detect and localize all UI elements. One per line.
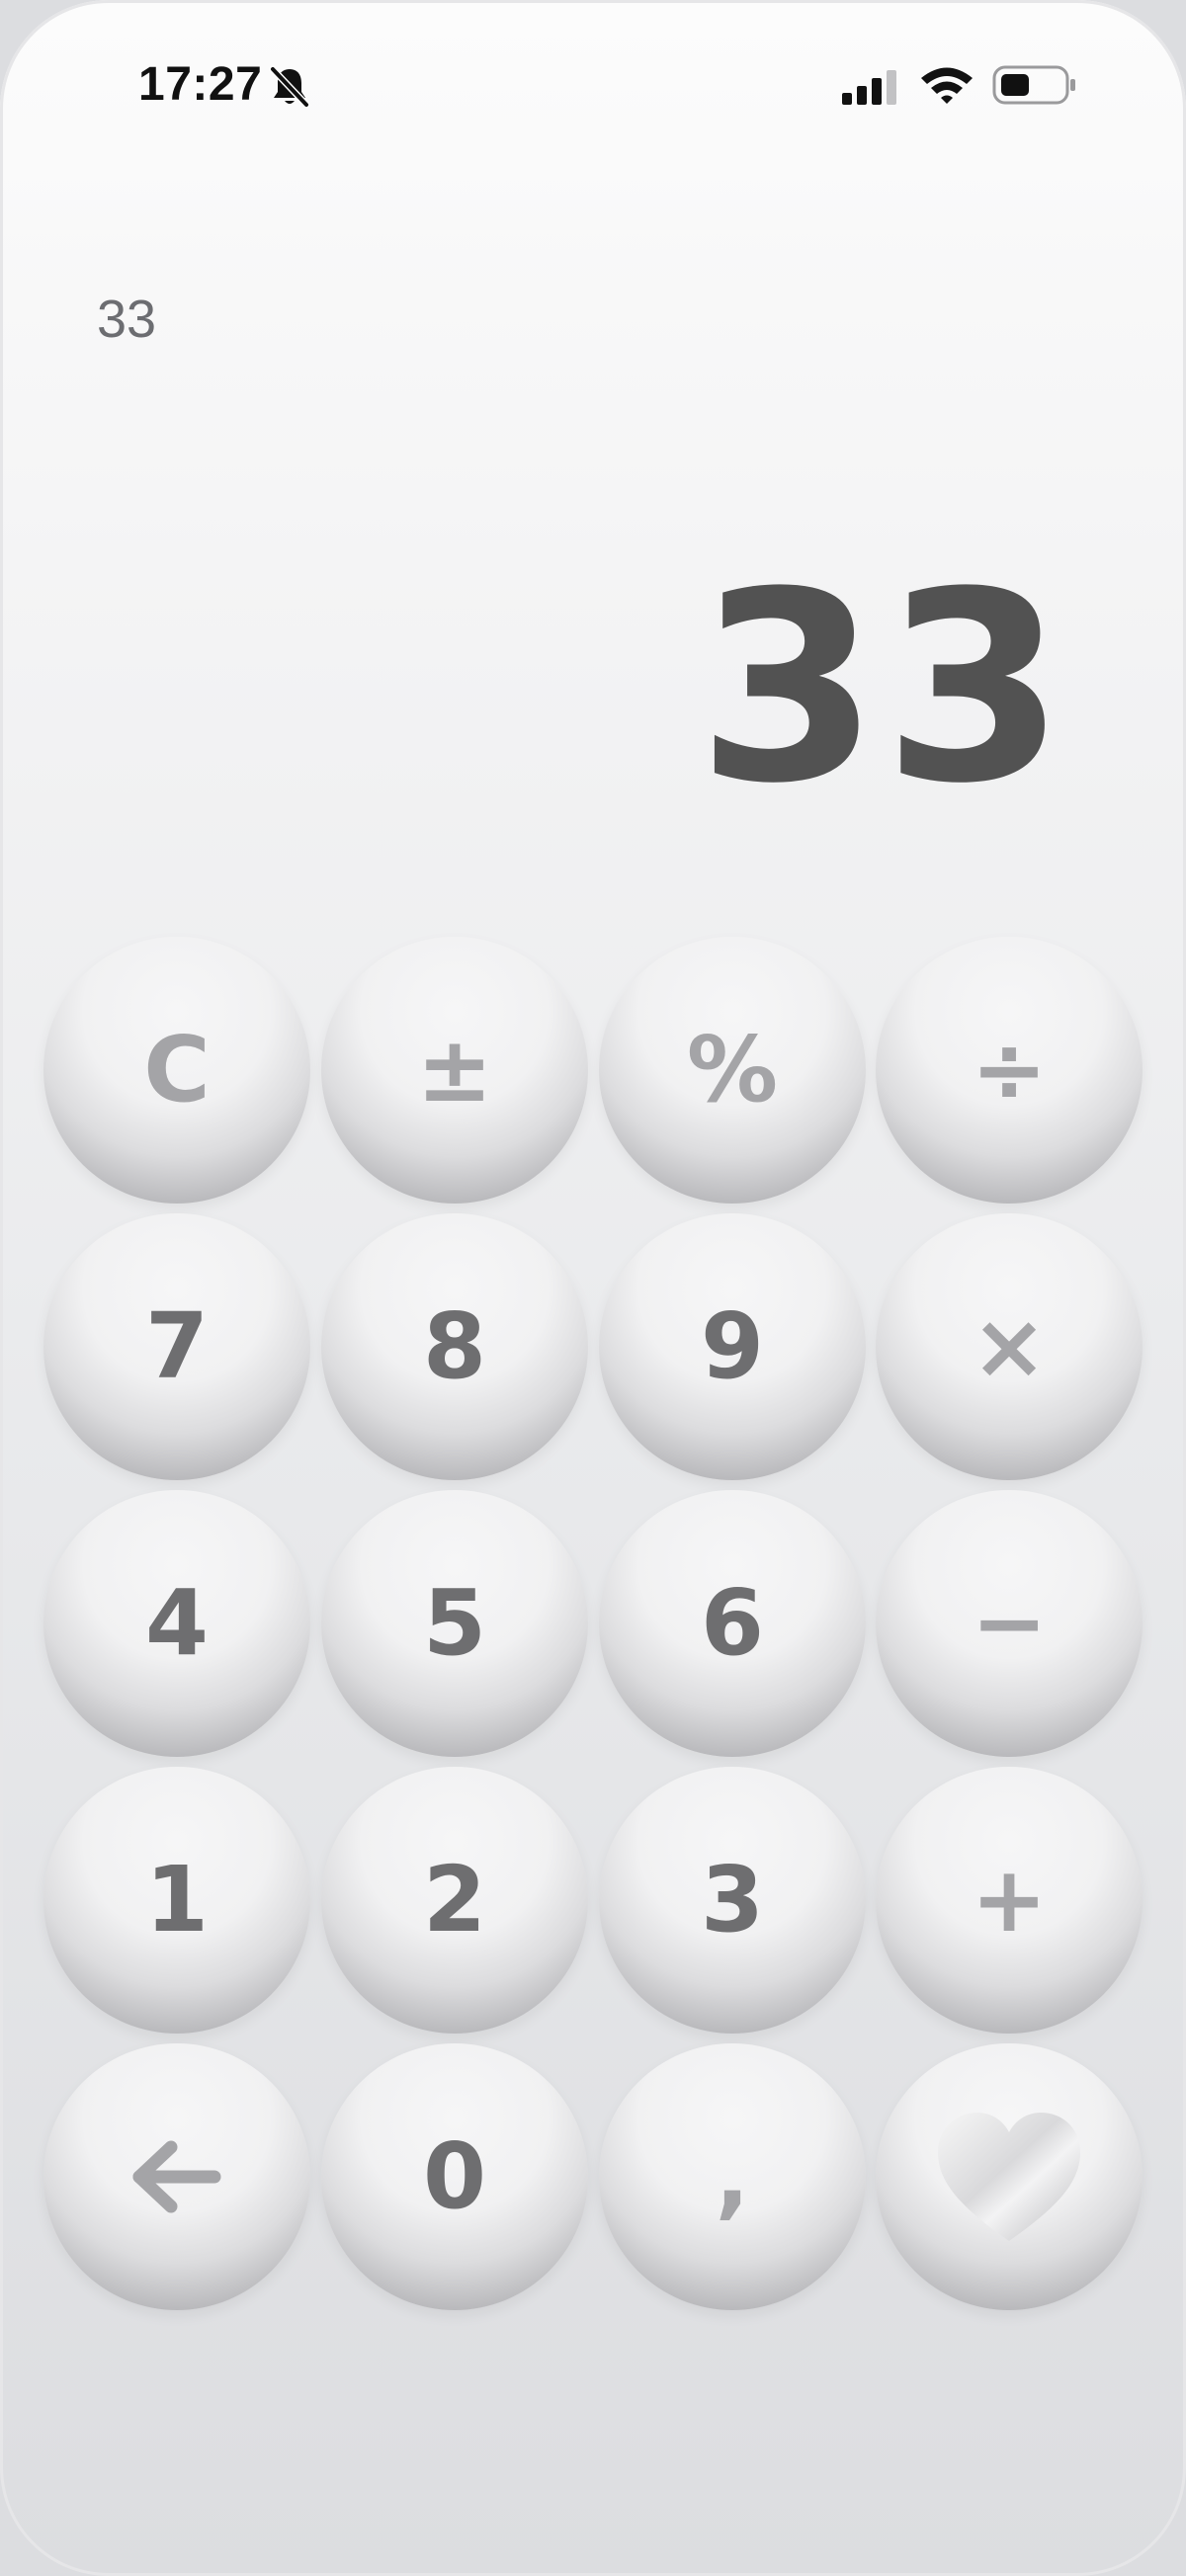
divide-label: ÷ — [971, 1017, 1048, 1122]
history-expression: 33 — [97, 290, 157, 349]
digit-7-label: 7 — [144, 1293, 209, 1399]
battery-icon — [992, 65, 1075, 105]
divide-button[interactable]: ÷ — [876, 937, 1143, 1204]
multiply-label: × — [971, 1293, 1048, 1399]
clear-button[interactable]: C — [43, 937, 310, 1204]
decimal-comma-label: , — [715, 2123, 750, 2229]
digit-4-button[interactable]: 4 — [43, 1490, 310, 1757]
plus-minus-label: ± — [416, 1017, 493, 1122]
digit-5-label: 5 — [422, 1570, 486, 1676]
digit-3-button[interactable]: 3 — [599, 1767, 866, 2034]
add-label: + — [971, 1847, 1048, 1953]
subtract-label: − — [971, 1570, 1048, 1676]
digit-3-label: 3 — [700, 1847, 764, 1953]
backspace-button[interactable] — [43, 2043, 310, 2310]
subtract-button[interactable]: − — [876, 1490, 1143, 1757]
clear-label: C — [143, 1017, 211, 1122]
digit-2-button[interactable]: 2 — [321, 1767, 588, 2034]
decimal-comma-button[interactable]: , — [599, 2043, 866, 2310]
heart-icon — [938, 2113, 1080, 2241]
digit-0-button[interactable]: 0 — [321, 2043, 588, 2310]
backspace-icon — [132, 2140, 221, 2213]
digit-5-button[interactable]: 5 — [321, 1490, 588, 1757]
favorite-button[interactable] — [876, 2043, 1143, 2310]
digit-8-button[interactable]: 8 — [321, 1213, 588, 1480]
digit-0-label: 0 — [422, 2123, 486, 2229]
percent-button[interactable]: % — [599, 937, 866, 1204]
calculator-screen: 17:27 33 33 C ± % ÷ 7 8 9 × 4 5 6 − 1 2 … — [0, 0, 1186, 2576]
digit-7-button[interactable]: 7 — [43, 1213, 310, 1480]
digit-6-label: 6 — [700, 1570, 764, 1676]
add-button[interactable]: + — [876, 1767, 1143, 2034]
percent-label: % — [686, 1017, 779, 1122]
multiply-button[interactable]: × — [876, 1213, 1143, 1480]
digit-4-label: 4 — [144, 1570, 209, 1676]
bell-slash-icon — [269, 65, 310, 109]
plus-minus-button[interactable]: ± — [321, 937, 588, 1204]
digit-1-button[interactable]: 1 — [43, 1767, 310, 2034]
status-time: 17:27 — [138, 58, 263, 111]
digit-9-label: 9 — [700, 1293, 764, 1399]
digit-2-label: 2 — [422, 1847, 486, 1953]
result-display: 33 — [697, 537, 1069, 841]
digit-8-label: 8 — [422, 1293, 486, 1399]
digit-6-button[interactable]: 6 — [599, 1490, 866, 1757]
digit-1-label: 1 — [144, 1847, 209, 1953]
signal-icon — [842, 70, 896, 105]
digit-9-button[interactable]: 9 — [599, 1213, 866, 1480]
wifi-icon — [921, 67, 973, 104]
